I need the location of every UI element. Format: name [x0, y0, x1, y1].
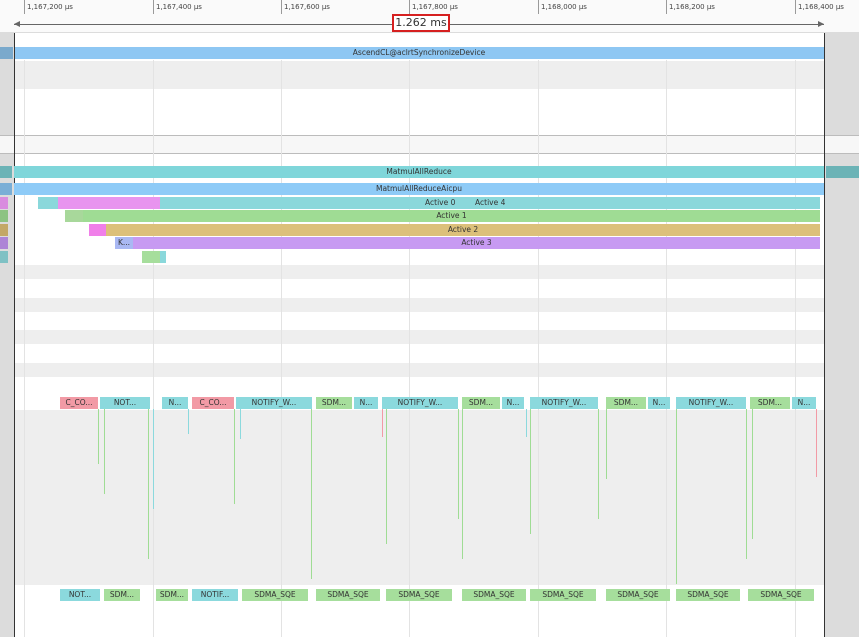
notify-slice[interactable]: NOTIFY_W... — [236, 397, 312, 409]
ruler-tick-label: 1,168,400 µs — [798, 3, 844, 11]
selection-end-edge[interactable] — [824, 33, 825, 637]
active-slice[interactable] — [89, 224, 106, 236]
matmul-allreduce-slice[interactable]: MatmulAllReduce — [14, 166, 824, 178]
host-api-slice[interactable]: AscendCL@aclrtSynchronizeDevice — [14, 47, 824, 59]
host-lane: AscendCL@aclrtSynchronizeDevice — [0, 46, 859, 136]
sdma-slice[interactable]: SDM... — [750, 397, 790, 409]
ruler-tick — [666, 0, 667, 14]
sdma-slice[interactable]: SDMA_SQE — [462, 589, 526, 601]
ruler-tick-label: 1,167,800 µs — [412, 3, 458, 11]
ruler-tick-label: 1,167,400 µs — [156, 3, 202, 11]
range-start-arrow-icon — [14, 21, 20, 27]
sdma-slice[interactable]: SDM... — [606, 397, 646, 409]
ruler-tick-label: 1,168,000 µs — [541, 3, 587, 11]
active-0-label: Active 0 — [425, 198, 456, 207]
active-slice[interactable] — [160, 251, 166, 263]
sdma-slice[interactable]: SDM... — [462, 397, 500, 409]
notify-slice[interactable]: N... — [792, 397, 816, 409]
sdma-slice[interactable]: SDMA_SQE — [676, 589, 740, 601]
sdma-slice[interactable]: SDMA_SQE — [530, 589, 596, 601]
ruler-tick — [281, 0, 282, 14]
ruler-tick-label: 1,168,200 µs — [669, 3, 715, 11]
notify-slice[interactable]: C_CO... — [192, 397, 234, 409]
ruler-tick — [24, 0, 25, 14]
range-end-arrow-icon — [818, 21, 824, 27]
sdma-slice[interactable]: SDMA_SQE — [242, 589, 308, 601]
notify-slice[interactable]: NOTIF... — [192, 589, 238, 601]
sdma-slice[interactable]: SDMA_SQE — [606, 589, 670, 601]
ruler-tick — [538, 0, 539, 14]
ruler-tick — [153, 0, 154, 14]
notify-slice[interactable]: NOT... — [100, 397, 150, 409]
active-slice[interactable] — [58, 197, 160, 209]
notify-slice[interactable]: N... — [162, 397, 188, 409]
sdma-slice[interactable]: SDMA_SQE — [748, 589, 814, 601]
notify-slice[interactable]: NOT... — [60, 589, 100, 601]
ruler-tick — [795, 0, 796, 14]
active-slice[interactable] — [38, 197, 58, 209]
sdma-slice[interactable]: SDM... — [104, 589, 140, 601]
notify-slice[interactable]: C_CO... — [60, 397, 98, 409]
sdma-slice[interactable]: SDM... — [156, 589, 188, 601]
lane-separator — [0, 135, 859, 154]
ruler-tick-label: 1,167,200 µs — [27, 3, 73, 11]
notify-slice[interactable]: NOTIFY_W... — [382, 397, 458, 409]
active-2-slice[interactable]: Active 2 — [106, 224, 820, 236]
active-4-label: Active 4 — [475, 198, 506, 207]
timeline-ruler[interactable]: 1,167,200 µs 1,167,400 µs 1,167,600 µs 1… — [0, 0, 859, 33]
matmul-allreduce-aicpu-slice[interactable]: MatmulAllReduceAicpu — [14, 183, 824, 195]
active-3-slice[interactable]: Active 3 — [133, 237, 820, 249]
notify-slice[interactable]: N... — [648, 397, 670, 409]
sdma-slice[interactable]: SDMA_SQE — [386, 589, 452, 601]
notify-slice[interactable]: N... — [354, 397, 378, 409]
notify-slice[interactable]: N... — [502, 397, 524, 409]
selection-start-edge[interactable] — [14, 33, 15, 637]
selection-duration-label: 1.262 ms — [392, 14, 450, 32]
active-0-slice[interactable]: Active 0 Active 4 — [160, 197, 820, 209]
notify-slice[interactable]: NOTIFY_W... — [530, 397, 598, 409]
active-slice[interactable] — [65, 210, 83, 222]
notify-slice[interactable]: NOTIFY_W... — [676, 397, 746, 409]
sdma-slice[interactable]: SDM... — [316, 397, 352, 409]
active-slice[interactable] — [142, 251, 160, 263]
ruler-tick — [409, 0, 410, 14]
ruler-tick-label: 1,167,600 µs — [284, 3, 330, 11]
sdma-slice[interactable]: SDMA_SQE — [316, 589, 380, 601]
active-1-slice[interactable]: Active 1 — [83, 210, 820, 222]
kernel-slice[interactable]: K... — [115, 237, 133, 249]
